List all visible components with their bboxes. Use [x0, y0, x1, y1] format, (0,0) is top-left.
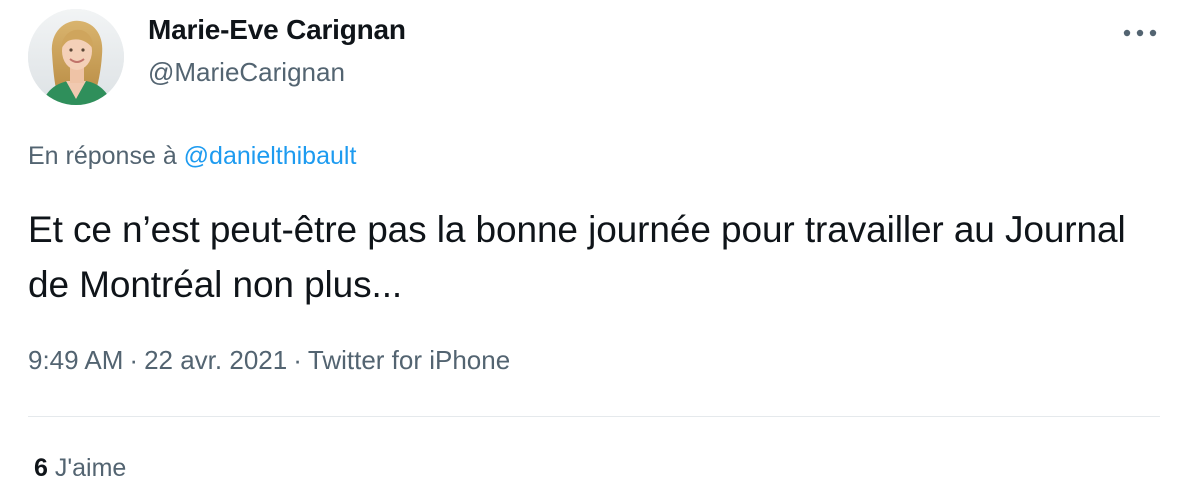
reply-context: En réponse à @danielthibault	[28, 142, 356, 171]
likes-count: 6	[34, 454, 48, 482]
tweet-date[interactable]: 22 avr. 2021	[144, 345, 287, 375]
tweet-card: Marie-Eve Carignan @MarieCarignan En rép…	[0, 0, 1184, 504]
reply-mention-link[interactable]: @danielthibault	[184, 142, 357, 170]
tweet-metadata: 9:49 AM · 22 avr. 2021 · Twitter for iPhone	[28, 345, 510, 376]
divider	[28, 416, 1160, 417]
avatar[interactable]	[28, 9, 124, 105]
more-options-button[interactable]	[1120, 19, 1160, 47]
separator: ·	[293, 345, 302, 375]
tweet-text: Et ce n’est peut-être pas la bonne journ…	[28, 209, 1126, 305]
author-handle[interactable]: @MarieCarignan	[148, 57, 345, 88]
author-display-name[interactable]: Marie-Eve Carignan	[148, 14, 406, 46]
tweet-source[interactable]: Twitter for iPhone	[308, 345, 510, 375]
profile-photo-icon	[28, 9, 124, 105]
reply-prefix: En réponse à	[28, 142, 184, 170]
more-horizontal-icon	[1123, 29, 1157, 37]
separator: ·	[129, 345, 139, 375]
likes-label: J'aime	[54, 454, 127, 482]
tweet-time[interactable]: 9:49 AM	[28, 345, 123, 375]
likes-link[interactable]: 6 J'aime	[34, 454, 126, 483]
